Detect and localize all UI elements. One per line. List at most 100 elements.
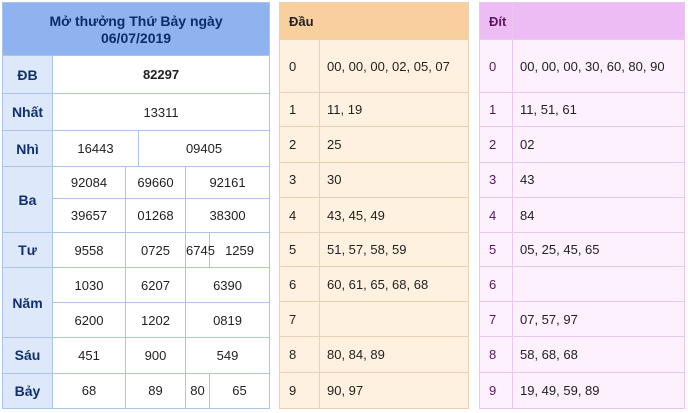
table-row: 8 80, 84, 89 (279, 335, 469, 373)
results-title-line1: Mở thưởng Thứ Bảy ngày (49, 13, 223, 30)
prize-label-db: ĐB (2, 55, 53, 95)
tail-digit: 9 (479, 371, 513, 410)
head-table-header: Đầu (279, 1, 320, 41)
head-digit: 1 (279, 92, 320, 127)
seventh-prize-value: 80 (185, 372, 210, 410)
third-prize-value: 01268 (125, 198, 186, 234)
results-title-date: 06/07/2019 (100, 30, 172, 47)
tail-digit-table: Đít 0 00, 00, 00, 30, 60, 80, 90 1 11, 51,… (479, 1, 685, 410)
table-row: 8 58, 68, 68 (479, 335, 685, 373)
seventh-prize-value: 65 (208, 372, 271, 410)
sixth-prize-value: 451 (52, 337, 126, 374)
first-prize-value: 13311 (51, 93, 271, 132)
fifth-prize-value: 1202 (125, 302, 186, 338)
lottery-results-table: Mở thưởng Thứ Bảy ngày 06/07/2019 ĐB 822… (1, 1, 271, 410)
tail-digit: 1 (479, 92, 513, 127)
head-digit-values: 30 (319, 161, 469, 198)
fifth-prize-value: 6207 (125, 267, 186, 304)
head-digit: 3 (279, 161, 320, 198)
fourth-prize-value: 6745 (185, 232, 215, 269)
third-prize-value: 92084 (52, 166, 126, 200)
seventh-prize-value: 68 (52, 372, 126, 410)
table-row: 0 00, 00, 00, 02, 05, 07 (279, 39, 469, 94)
fourth-prize-value: 9558 (52, 232, 126, 269)
table-row: 5 51, 57, 58, 59 (279, 232, 469, 268)
prize-label-bay: Bảy (2, 372, 53, 410)
head-table-header-blank (319, 1, 469, 41)
tail-digit: 6 (479, 266, 513, 303)
head-digit-values: 43, 45, 49 (319, 196, 469, 234)
prize-label-nhat: Nhất (2, 93, 53, 132)
table-row: 4 84 (479, 196, 685, 234)
third-prize-value: 92161 (184, 166, 271, 200)
tail-digit: 3 (479, 161, 513, 198)
table-row: 9 19, 49, 59, 89 (479, 371, 685, 410)
tail-digit-values: 84 (512, 196, 685, 234)
head-digit-values: 90, 97 (319, 371, 469, 410)
seventh-prize-value: 89 (125, 372, 186, 410)
fifth-prize-value: 6390 (184, 267, 271, 304)
table-row: 3 30 (279, 161, 469, 198)
prize-label-ba: Ba (2, 166, 53, 234)
head-digit: 7 (279, 301, 320, 337)
third-prize-value: 69660 (125, 166, 186, 200)
table-row: 7 07, 57, 97 (479, 301, 685, 337)
tail-digit-values: 58, 68, 68 (512, 335, 685, 373)
tail-digit-values: 43 (512, 161, 685, 198)
second-prize-value: 16443 (52, 130, 139, 168)
table-row: 6 60, 61, 65, 68, 68 (279, 266, 469, 303)
table-row: 5 05, 25, 45, 65 (479, 232, 685, 268)
head-digit-values: 80, 84, 89 (319, 335, 469, 373)
tail-digit-values: 00, 00, 00, 30, 60, 80, 90 (512, 39, 685, 94)
tail-digit: 8 (479, 335, 513, 373)
tail-digit: 2 (479, 125, 513, 163)
prize-label-sau: Sáu (2, 337, 53, 374)
fourth-prize-value: 1259 (208, 232, 271, 269)
third-prize-value: 39657 (52, 198, 126, 234)
tail-digit-values: 02 (512, 125, 685, 163)
sixth-prize-value: 900 (125, 337, 186, 374)
tail-digit-values: 07, 57, 97 (512, 301, 685, 337)
head-digit: 0 (279, 39, 320, 94)
tail-digit-values: 11, 51, 61 (512, 92, 685, 127)
head-digit-table: Đầu 0 00, 00, 00, 02, 05, 07 1 11, 19 2 25 … (279, 1, 469, 410)
table-row: 6 (479, 266, 685, 303)
head-digit-values: 00, 00, 00, 02, 05, 07 (319, 39, 469, 94)
tail-digit: 0 (479, 39, 513, 94)
tail-digit-values: 05, 25, 45, 65 (512, 232, 685, 268)
table-row: 4 43, 45, 49 (279, 196, 469, 234)
head-digit-values: 51, 57, 58, 59 (319, 232, 469, 268)
head-digit: 5 (279, 232, 320, 268)
prize-label-nhi: Nhì (2, 130, 53, 168)
head-digit: 4 (279, 196, 320, 234)
tail-table-header: Đít (479, 1, 513, 41)
tail-digit-values (512, 266, 685, 303)
head-digit: 2 (279, 125, 320, 163)
table-row: 2 25 (279, 125, 469, 163)
table-row: 3 43 (479, 161, 685, 198)
prize-label-tu: Tư (2, 232, 53, 269)
tail-digit: 5 (479, 232, 513, 268)
head-digit-values: 25 (319, 125, 469, 163)
fourth-prize-value: 0725 (125, 232, 186, 269)
head-digit: 6 (279, 266, 320, 303)
sixth-prize-value: 549 (184, 337, 271, 374)
head-digit: 9 (279, 371, 320, 410)
prize-label-nam: Năm (2, 267, 53, 338)
tail-digit-values: 19, 49, 59, 89 (512, 371, 685, 410)
second-prize-value: 09405 (137, 130, 271, 168)
head-table-header-row: Đầu (279, 1, 469, 41)
tail-digit: 7 (479, 301, 513, 337)
table-row: 7 (279, 301, 469, 337)
head-digit: 8 (279, 335, 320, 373)
third-prize-value: 38300 (184, 198, 271, 234)
head-digit-values: 60, 61, 65, 68, 68 (319, 266, 469, 303)
table-row: 0 00, 00, 00, 30, 60, 80, 90 (479, 39, 685, 94)
table-row: 1 11, 19 (279, 92, 469, 127)
results-title: Mở thưởng Thứ Bảy ngày 06/07/2019 (1, 1, 271, 57)
fifth-prize-value: 6200 (52, 302, 126, 338)
table-row: 9 90, 97 (279, 371, 469, 410)
fifth-prize-value: 1030 (52, 267, 126, 304)
fifth-prize-value: 0819 (184, 302, 271, 338)
tail-table-header-row: Đít (479, 1, 685, 41)
